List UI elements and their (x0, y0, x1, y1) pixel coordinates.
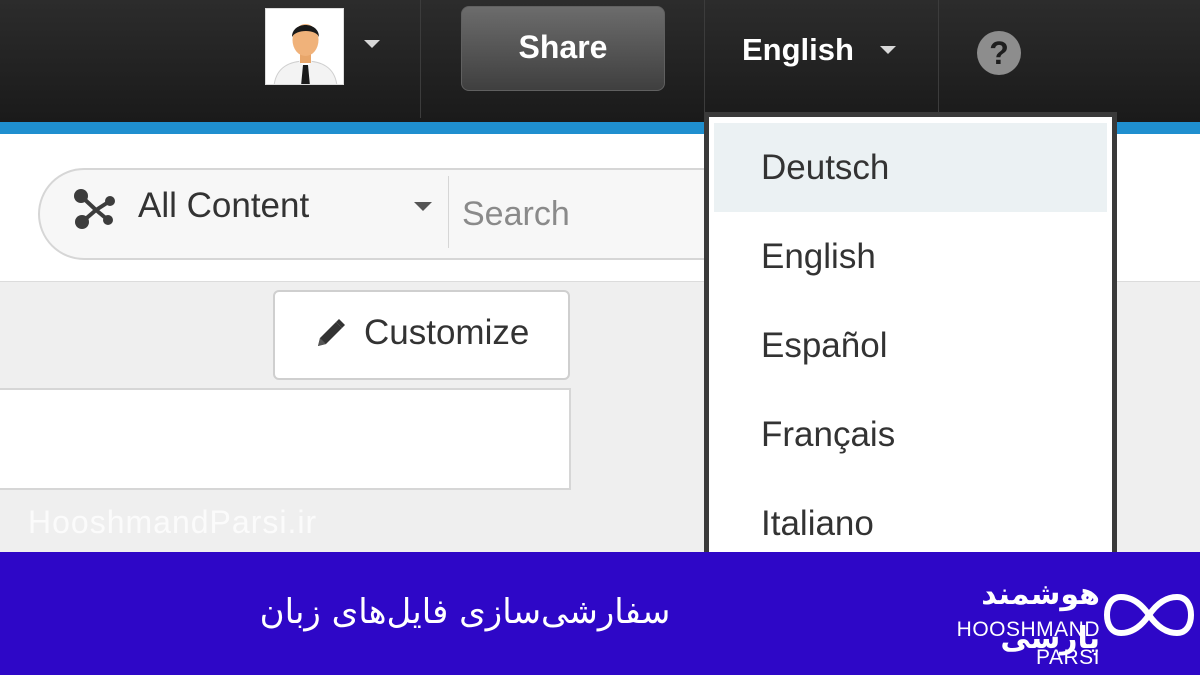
language-chevron-down-icon[interactable] (880, 46, 896, 54)
topbar-divider (420, 0, 421, 118)
user-avatar-icon (266, 9, 343, 84)
brand-name-persian: هوشمند پارسی (981, 577, 1100, 656)
language-dropdown-menu: Deutsch English Español Français Italian… (704, 112, 1117, 557)
search-scope-selector[interactable]: All Content (138, 185, 309, 227)
content-network-icon[interactable] (70, 184, 120, 234)
language-option-espanol[interactable]: Español (714, 301, 1107, 390)
banner-title: سفارشی‌سازی فایل‌های زبان (259, 592, 671, 632)
topbar-divider (704, 0, 705, 118)
pencil-icon (318, 319, 345, 346)
watermark-text: HooshmandParsi.ir (28, 504, 318, 540)
search-input[interactable] (462, 190, 702, 238)
search-divider (448, 176, 449, 248)
language-option-english[interactable]: English (714, 212, 1107, 301)
language-selector[interactable]: English (742, 28, 854, 72)
user-avatar[interactable] (265, 8, 344, 85)
language-option-italiano[interactable]: Italiano (714, 479, 1107, 557)
avatar-menu-chevron-down-icon[interactable] (364, 40, 380, 48)
brand-name-english: HOOSHMAND PARSI (956, 618, 1100, 669)
infinity-icon (1104, 594, 1194, 636)
share-button[interactable]: Share (461, 6, 665, 91)
scope-chevron-down-icon[interactable] (414, 202, 432, 211)
language-option-francais[interactable]: Français (714, 390, 1107, 479)
topbar-divider (938, 0, 939, 118)
language-option-deutsch[interactable]: Deutsch (714, 123, 1107, 212)
customize-label[interactable]: Customize (364, 312, 529, 354)
help-icon[interactable]: ? (977, 31, 1021, 75)
content-panel (0, 388, 571, 490)
